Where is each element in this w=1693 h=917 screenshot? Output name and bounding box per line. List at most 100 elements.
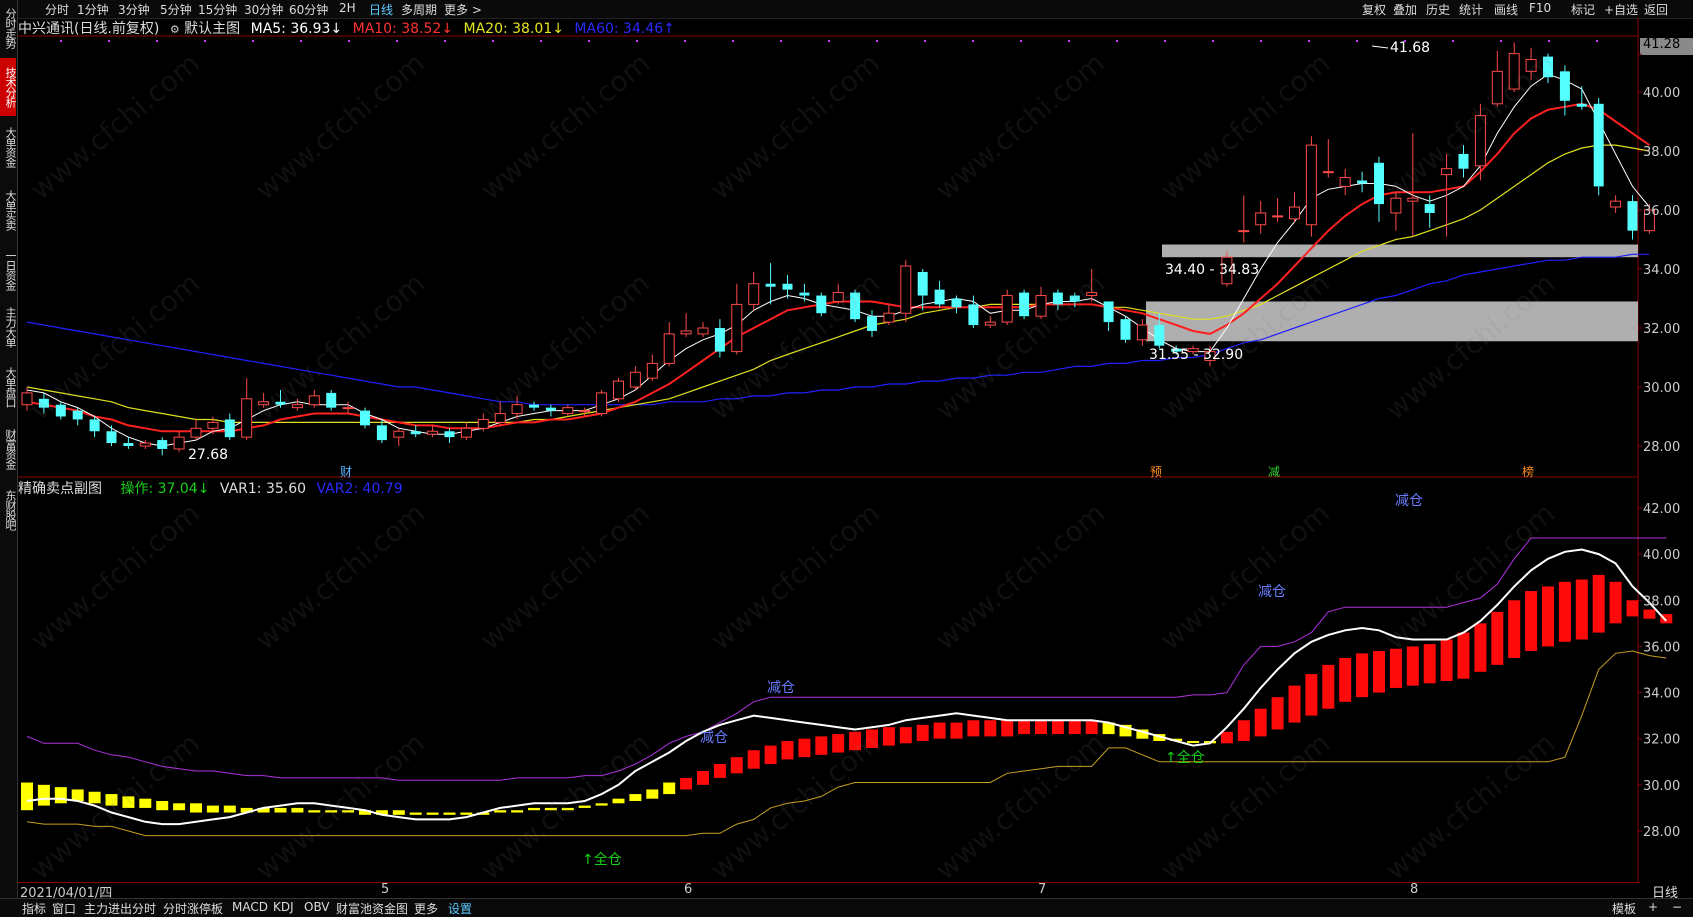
- signal-bar: [1322, 664, 1335, 709]
- indicator-tab[interactable]: 窗口: [52, 900, 76, 917]
- indicator-dot: [1116, 40, 1118, 42]
- signal-bar: [1288, 685, 1301, 723]
- zoom-in-button[interactable]: +: [1648, 900, 1658, 914]
- indicator-tab[interactable]: 分时涨停板: [163, 900, 223, 917]
- signal-bar: [291, 807, 304, 813]
- candle-body: [1610, 200, 1622, 208]
- candle-body: [832, 292, 844, 302]
- candle-body: [494, 413, 506, 423]
- candle-body: [360, 410, 370, 426]
- signal-bar: [1068, 720, 1081, 735]
- axis-tick-label: 38.00: [1643, 594, 1680, 609]
- indicator-dot: [1020, 40, 1022, 42]
- indicator-tab[interactable]: 指标: [22, 900, 46, 917]
- indicator-dot: [1596, 40, 1598, 42]
- signal-bar: [646, 789, 659, 799]
- indicator-tab[interactable]: 主力进出分时: [84, 900, 156, 917]
- signal-bar: [173, 803, 186, 811]
- candle-body: [275, 401, 286, 405]
- signal-bar: [1643, 609, 1656, 619]
- resistance-line: [26, 537, 1667, 781]
- signal-bar: [1592, 574, 1605, 633]
- signal-bar: [697, 770, 709, 785]
- signal-bar: [105, 794, 118, 806]
- axis-tick-label: 38.00: [1643, 145, 1680, 160]
- candle-body: [1543, 56, 1553, 78]
- signal-bar: [511, 810, 524, 813]
- indicator-dot: [252, 40, 254, 42]
- signal-bar: [190, 803, 202, 813]
- indicator-tab[interactable]: OBV: [304, 900, 330, 914]
- candle-body: [21, 392, 33, 406]
- signal-bar: [612, 798, 625, 804]
- candle-body: [224, 419, 235, 438]
- signal-bar: [1558, 581, 1571, 642]
- candle-body: [1120, 319, 1131, 340]
- candle-body: [782, 283, 793, 290]
- candle-body: [1424, 204, 1435, 213]
- template-button[interactable]: 模板: [1612, 900, 1636, 917]
- candle-body: [816, 295, 827, 314]
- signal-bar: [950, 722, 963, 739]
- candle-body: [1086, 292, 1098, 297]
- signal-bar: [629, 794, 642, 801]
- indicator-dot: [300, 40, 302, 42]
- indicator-tab[interactable]: 更多: [414, 900, 438, 917]
- signal-bar: [1305, 674, 1318, 716]
- signal-bar: [899, 727, 912, 744]
- signal-bar: [764, 745, 777, 765]
- indicator-tab[interactable]: 设置: [448, 900, 472, 917]
- date-month-label: 6: [684, 882, 693, 897]
- signal-bar: [1474, 623, 1487, 672]
- signal-bar: [1423, 644, 1436, 684]
- date-month-label: 8: [1410, 882, 1419, 897]
- indicator-tab[interactable]: 财富池资金图: [336, 900, 408, 917]
- signal-bar: [1254, 708, 1267, 737]
- candle-body: [1001, 295, 1013, 323]
- candle-body: [1255, 212, 1267, 226]
- candle-body: [1052, 292, 1063, 305]
- indicator-tab[interactable]: MACD: [232, 900, 268, 914]
- candle-body: [1441, 168, 1453, 176]
- indicator-dot: [1548, 40, 1550, 42]
- candle-body: [629, 371, 641, 388]
- signal-bar: [1356, 653, 1369, 698]
- candle-body: [1238, 230, 1250, 233]
- indicator-dot: [492, 40, 494, 42]
- signal-label-reduce: 减仓: [1395, 493, 1423, 509]
- signal-bar: [1389, 648, 1402, 688]
- candle-body: [1576, 103, 1587, 107]
- candle-body: [342, 407, 354, 410]
- candle-body: [1272, 215, 1284, 218]
- signal-bar: [122, 796, 135, 808]
- date-month-label: 7: [1038, 882, 1047, 897]
- indicator-dot: [204, 40, 206, 42]
- chart-canvas[interactable]: 41.68 27.68 34.40 - 34.83 31.55 - 32.90 财 预 减 榜…: [0, 0, 1693, 916]
- indicator-dot: [1452, 40, 1454, 42]
- candle-body: [748, 283, 760, 305]
- signal-bar: [494, 810, 507, 813]
- candle-body: [106, 431, 117, 444]
- candle-body: [157, 440, 168, 449]
- indicator-dot: [1308, 40, 1310, 42]
- zoom-out-button[interactable]: −: [1672, 900, 1682, 914]
- candle-body: [1390, 197, 1402, 214]
- axis-tick-label: 41.28: [1643, 37, 1680, 52]
- candle-body: [376, 425, 387, 441]
- signal-bar: [1220, 731, 1233, 744]
- indicator-dot: [444, 40, 446, 42]
- high-label: 41.68: [1390, 40, 1430, 56]
- candle-body: [680, 330, 692, 335]
- signal-bar: [747, 750, 760, 769]
- signal-bar: [1491, 611, 1504, 665]
- signal-bar: [967, 720, 980, 737]
- indicator-dot: [156, 40, 158, 42]
- axis-tick-label: 40.00: [1643, 86, 1680, 101]
- axis-tick-label: 30.00: [1643, 779, 1680, 794]
- candle-body: [984, 321, 996, 326]
- signal-bar: [663, 782, 676, 795]
- indicator-tab[interactable]: KDJ: [273, 900, 294, 914]
- zone-upper-label: 34.40 - 34.83: [1165, 262, 1259, 278]
- signal-bar: [1406, 646, 1419, 686]
- candle-body: [562, 407, 574, 415]
